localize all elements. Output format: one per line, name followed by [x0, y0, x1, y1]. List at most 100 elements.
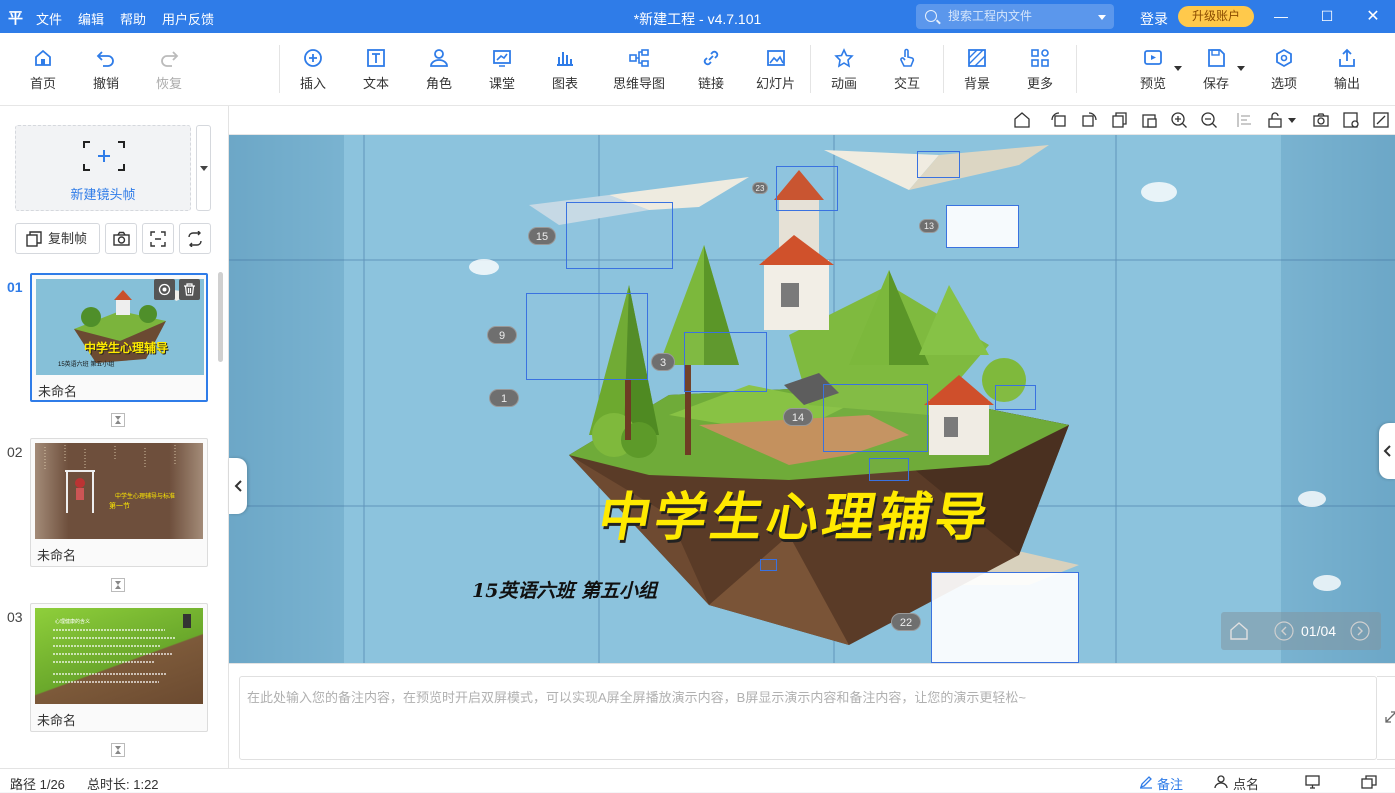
frame-thumbnail-2[interactable]: 第一节 中学生心理辅导与标准 未命名: [30, 438, 208, 567]
lock-icon[interactable]: [1266, 111, 1284, 129]
new-frame-button[interactable]: 新建镜头帧: [15, 125, 191, 211]
expand-icon[interactable]: [1385, 711, 1395, 723]
export-button[interactable]: 输出: [1334, 47, 1360, 92]
menu-feedback[interactable]: 用户反馈: [162, 9, 214, 28]
frame-delete-button[interactable]: [179, 279, 200, 300]
frame-settings-button[interactable]: [154, 279, 175, 300]
maximize-button[interactable]: ☐: [1304, 0, 1350, 33]
path-marker[interactable]: 1: [489, 389, 519, 407]
content-frame-15[interactable]: [566, 202, 673, 269]
animation-button[interactable]: 动画: [831, 47, 857, 92]
chevron-down-icon[interactable]: [1237, 66, 1245, 75]
path-marker[interactable]: 15: [528, 227, 556, 245]
chart-button[interactable]: 图表: [552, 47, 578, 92]
thumbnail-image: 心理健康的含义: [35, 608, 203, 704]
save-icon: [1208, 49, 1225, 67]
content-frame-9[interactable]: [526, 293, 648, 380]
background-button[interactable]: 背景: [964, 47, 990, 92]
home-button[interactable]: 首页: [30, 47, 56, 92]
path-marker[interactable]: 14: [783, 408, 813, 426]
align-left-icon[interactable]: [1236, 111, 1254, 129]
content-frame-top[interactable]: [917, 151, 960, 178]
path-marker[interactable]: 13: [919, 219, 939, 233]
content-frame-tiny[interactable]: [760, 559, 777, 571]
new-frame-dropdown[interactable]: [196, 125, 211, 211]
frame-thumbnail-3[interactable]: 心理健康的含义 未命名: [30, 603, 208, 732]
zoom-out-icon[interactable]: [1200, 111, 1218, 129]
app-logo: 平: [8, 10, 24, 27]
canvas-stage[interactable]: 15 23 13 9 3 1 14 22 中学生心理辅导 15英语六班 第五小组: [229, 135, 1395, 663]
camera-icon[interactable]: [1312, 111, 1330, 129]
home-icon[interactable]: [1229, 621, 1249, 641]
path-marker[interactable]: 23: [752, 182, 768, 194]
chevron-down-icon[interactable]: [1098, 15, 1106, 24]
upgrade-button[interactable]: 升级账户: [1178, 6, 1254, 27]
content-frame-small[interactable]: [995, 385, 1036, 410]
notes-input[interactable]: 在此处输入您的备注内容，在预览时开启双屏模式，可以实现A屏全屏播放演示内容，B屏…: [239, 676, 1377, 760]
content-frame-22[interactable]: [931, 572, 1079, 663]
preview-button[interactable]: 预览: [1140, 47, 1166, 92]
transition-icon[interactable]: [111, 578, 125, 592]
link-button[interactable]: 链接: [698, 47, 724, 92]
chevron-down-icon[interactable]: [1288, 118, 1296, 127]
minimize-button[interactable]: —: [1258, 0, 1304, 33]
frame-thumbnail-1[interactable]: 中学生心理辅导 15英语六班 第五小组 未命名: [30, 273, 208, 402]
copy-frame-button[interactable]: 复制帧: [15, 223, 100, 254]
fit-frame-button[interactable]: [142, 223, 174, 254]
login-link[interactable]: 登录: [1140, 9, 1168, 29]
mindmap-button[interactable]: 思维导图: [613, 47, 665, 92]
paste-icon[interactable]: [1140, 111, 1158, 129]
menu-edit[interactable]: 编辑: [78, 9, 104, 28]
island-illustration: [229, 135, 1395, 663]
transition-icon[interactable]: [111, 413, 125, 427]
path-marker[interactable]: 3: [651, 353, 675, 371]
collapse-sidebar-button[interactable]: [229, 458, 247, 514]
image-settings-icon[interactable]: [1342, 111, 1360, 129]
rotate-right-icon[interactable]: [1080, 111, 1098, 129]
copy-icon[interactable]: [1110, 111, 1128, 129]
dual-screen-icon[interactable]: [1361, 775, 1377, 789]
slide-title[interactable]: 中学生心理辅导: [593, 475, 998, 550]
slides-button[interactable]: 幻灯片: [756, 47, 795, 92]
rollcall-button[interactable]: 点名: [1233, 774, 1259, 793]
more-button[interactable]: 更多: [1027, 47, 1053, 92]
role-button[interactable]: 角色: [426, 47, 452, 92]
text-button[interactable]: 文本: [363, 47, 389, 92]
classroom-button[interactable]: 课堂: [489, 47, 515, 92]
path-marker[interactable]: 9: [487, 326, 517, 344]
options-button[interactable]: 选项: [1271, 47, 1297, 92]
chevron-down-icon[interactable]: [1174, 66, 1182, 75]
zoom-in-icon[interactable]: [1170, 111, 1188, 129]
home-icon[interactable]: [1013, 111, 1031, 129]
close-button[interactable]: ✕: [1350, 0, 1395, 33]
frame-pager: 01/04: [1221, 612, 1381, 650]
insert-button[interactable]: 插入: [300, 47, 326, 92]
path-marker[interactable]: 22: [891, 613, 921, 631]
swap-frame-button[interactable]: [179, 223, 211, 254]
snapshot-button[interactable]: [105, 223, 137, 254]
content-frame-14[interactable]: [823, 384, 928, 452]
content-frame-23[interactable]: [776, 166, 838, 211]
search-input[interactable]: 搜索工程内文件: [916, 4, 1114, 29]
save-button[interactable]: 保存: [1203, 47, 1229, 92]
notes-toggle[interactable]: 备注: [1157, 774, 1183, 793]
menu-help[interactable]: 帮助: [120, 9, 146, 28]
play-icon: [1144, 50, 1162, 65]
sidebar-scrollbar[interactable]: [218, 272, 223, 362]
interact-button[interactable]: 交互: [894, 47, 920, 92]
menu-file[interactable]: 文件: [36, 9, 62, 28]
rotate-left-icon[interactable]: [1050, 111, 1068, 129]
expand-panel-button[interactable]: [1379, 423, 1395, 479]
previous-icon[interactable]: [1274, 621, 1294, 641]
gear-icon: [1276, 48, 1292, 68]
hide-panel-icon[interactable]: [1372, 111, 1390, 129]
plus-circle-icon: [304, 49, 322, 67]
redo-button[interactable]: 恢复: [156, 47, 182, 92]
undo-button[interactable]: 撤销: [93, 47, 119, 92]
next-icon[interactable]: [1350, 621, 1370, 641]
content-frame-3[interactable]: [684, 332, 767, 392]
transition-icon[interactable]: [111, 743, 125, 757]
slide-subtitle[interactable]: 15英语六班 第五小组: [472, 576, 657, 603]
screen-icon[interactable]: [1305, 775, 1320, 789]
content-frame-13[interactable]: [946, 205, 1019, 248]
